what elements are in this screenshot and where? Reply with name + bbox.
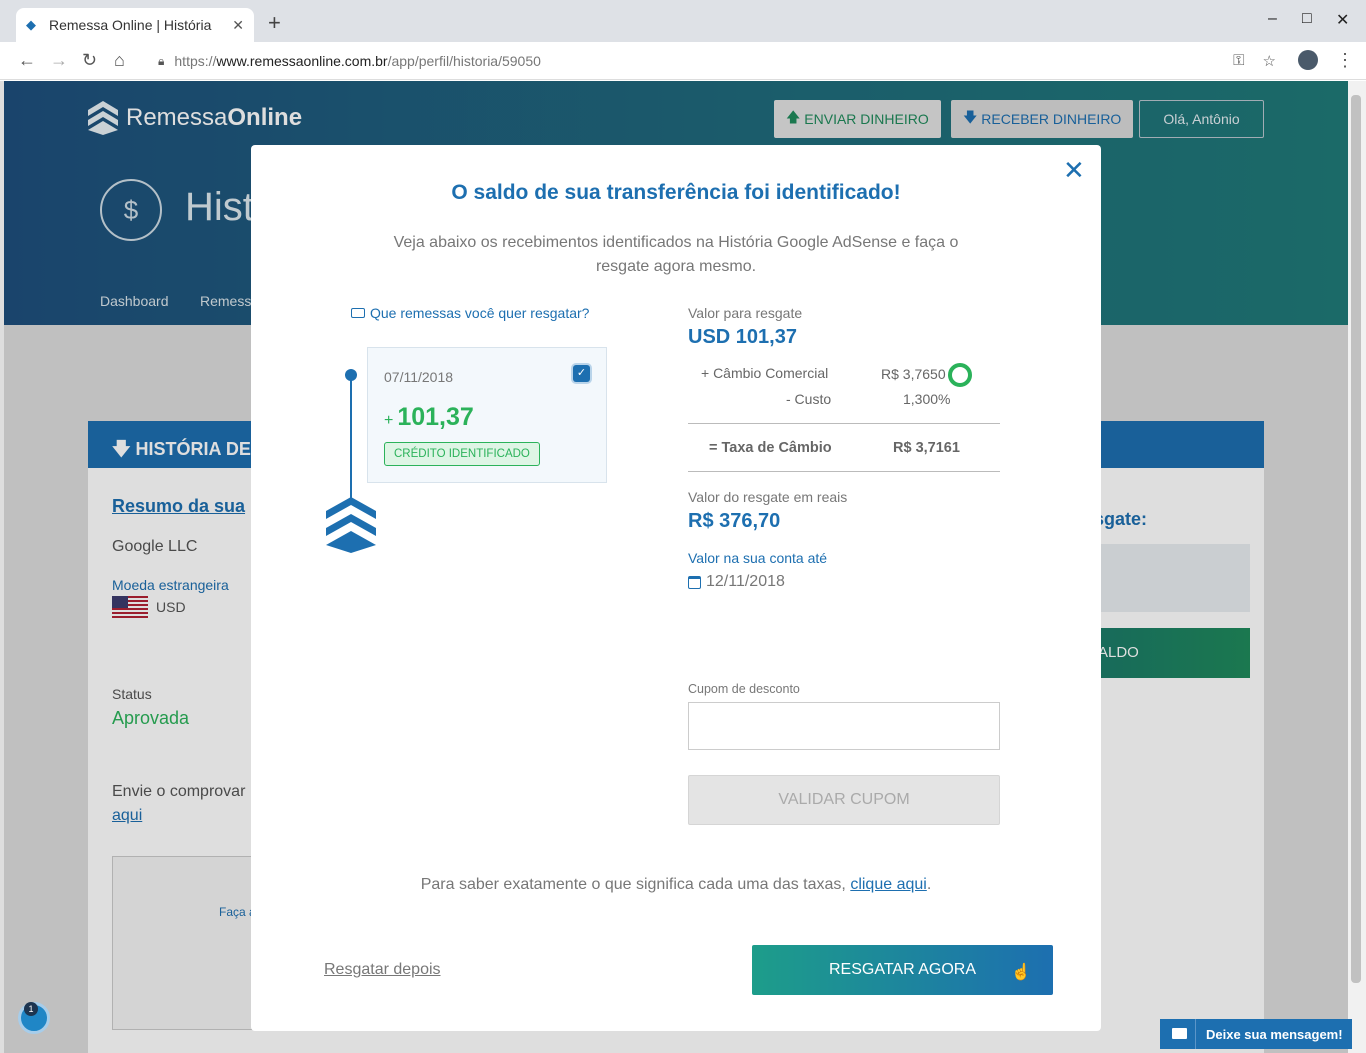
chat-divider [1195,1019,1196,1049]
window-close-icon[interactable]: ✕ [1336,10,1349,30]
receipt-date: 07/11/2018 [384,369,454,385]
url-scheme: https:// [174,53,217,69]
browser-menu-icon[interactable]: ⋮ [1336,50,1354,71]
fee-info: Para saber exatamente o que significa ca… [420,876,932,893]
money-icon [351,308,365,318]
url-host: www.remessaonline.com.br [216,53,388,69]
coupon-input[interactable] [688,702,1000,750]
browser-tabbar: ◆ Remessa Online | História ✕ + – □ ✕ [0,0,1366,42]
redeem-modal: ✕ O saldo de sua transferência foi ident… [251,145,1101,1031]
chat-widget[interactable]: Deixe sua mensagem! [1160,1019,1352,1049]
fee-link[interactable]: clique aqui [850,876,927,893]
bookmark-star-icon[interactable]: ☆ [1263,52,1276,70]
tab-title: Remessa Online | História [49,17,212,33]
key-icon[interactable]: ⚿ [1233,52,1244,70]
account-date: 12/11/2018 [688,573,785,591]
coupon-label: Cupom de desconto [688,682,800,696]
receipt-plus: + [384,412,394,429]
browser-toolbar: ← → ↻ ⌂ 🔒︎ https://www.remessaonline.com… [0,42,1366,80]
chat-label: Deixe sua mensagem! [1206,1026,1343,1042]
tab-close-icon[interactable]: ✕ [232,17,244,34]
exchange-rate-value: R$ 3,7161 [893,440,960,456]
profile-avatar[interactable] [1298,50,1318,70]
commercial-rate-value: R$ 3,7650 [881,366,946,382]
hand-cursor-icon: ☝ [1011,964,1031,981]
maximize-icon[interactable]: □ [1302,10,1312,28]
timeline-line [350,374,352,504]
redeem-value: USD 101,37 [688,326,797,348]
receipt-amount-value: 101,37 [397,403,474,431]
divider-bottom [688,471,1000,472]
remessa-chevron-icon [326,497,376,553]
minimize-icon[interactable]: – [1268,10,1277,28]
reload-icon[interactable]: ↻ [82,50,97,70]
account-date-label: Valor na sua conta até [688,550,828,566]
receipt-checkbox[interactable]: ✓ [573,365,590,382]
notification-count: 1 [24,1002,38,1016]
remittance-question-link[interactable]: Que remessas você quer resgatar? [351,305,589,321]
brl-value-label: Valor do resgate em reais [688,489,848,505]
new-tab-icon[interactable]: + [268,12,281,34]
receipt-amount: +101,37 [384,403,474,432]
envelope-icon [1172,1028,1187,1039]
cost-label: - Custo [786,391,832,407]
modal-close-icon[interactable]: ✕ [1063,157,1085,183]
exchange-rate-label: = Taxa de Câmbio [709,440,832,456]
rate-timer-icon [948,363,972,387]
lock-icon: 🔒︎ [158,53,165,68]
redeem-value-label: Valor para resgate [688,305,803,321]
divider-top [688,423,1000,424]
receipt-card[interactable]: 07/11/2018 ✓ +101,37 CRÉDITO IDENTIFICAD… [367,347,607,483]
brl-value: R$ 376,70 [688,510,781,532]
redeem-later-link[interactable]: Resgatar depois [324,961,441,979]
account-date-value: 12/11/2018 [706,573,785,590]
address-bar[interactable]: 🔒︎ https://www.remessaonline.com.br/app/… [148,45,1284,77]
back-icon[interactable]: ← [18,50,36,70]
scrollbar-thumb[interactable] [1351,95,1361,983]
credit-identified-badge: CRÉDITO IDENTIFICADO [384,442,540,466]
fee-text: Para saber exatamente o que significa ca… [420,876,846,893]
commercial-rate-label: + Câmbio Comercial [701,365,829,381]
redeem-now-button[interactable]: RESGATAR AGORA [752,945,1053,995]
cost-value: 1,300% [903,391,951,407]
url-path: /app/perfil/historia/59050 [387,53,541,69]
forward-icon[interactable]: → [50,50,68,70]
modal-title: O saldo de sua transferência foi identif… [451,181,901,204]
remittance-question-text: Que remessas você quer resgatar? [370,305,590,321]
browser-tab[interactable]: ◆ Remessa Online | História ✕ [16,8,254,42]
home-icon[interactable]: ⌂ [114,50,125,70]
validate-coupon-button[interactable]: VALIDAR CUPOM [688,775,1000,825]
site-favicon-icon: ◆ [26,17,36,32]
timeline-dot [345,369,357,381]
calendar-icon [688,575,701,589]
modal-subtitle: Veja abaixo os recebimentos identificado… [393,234,959,275]
